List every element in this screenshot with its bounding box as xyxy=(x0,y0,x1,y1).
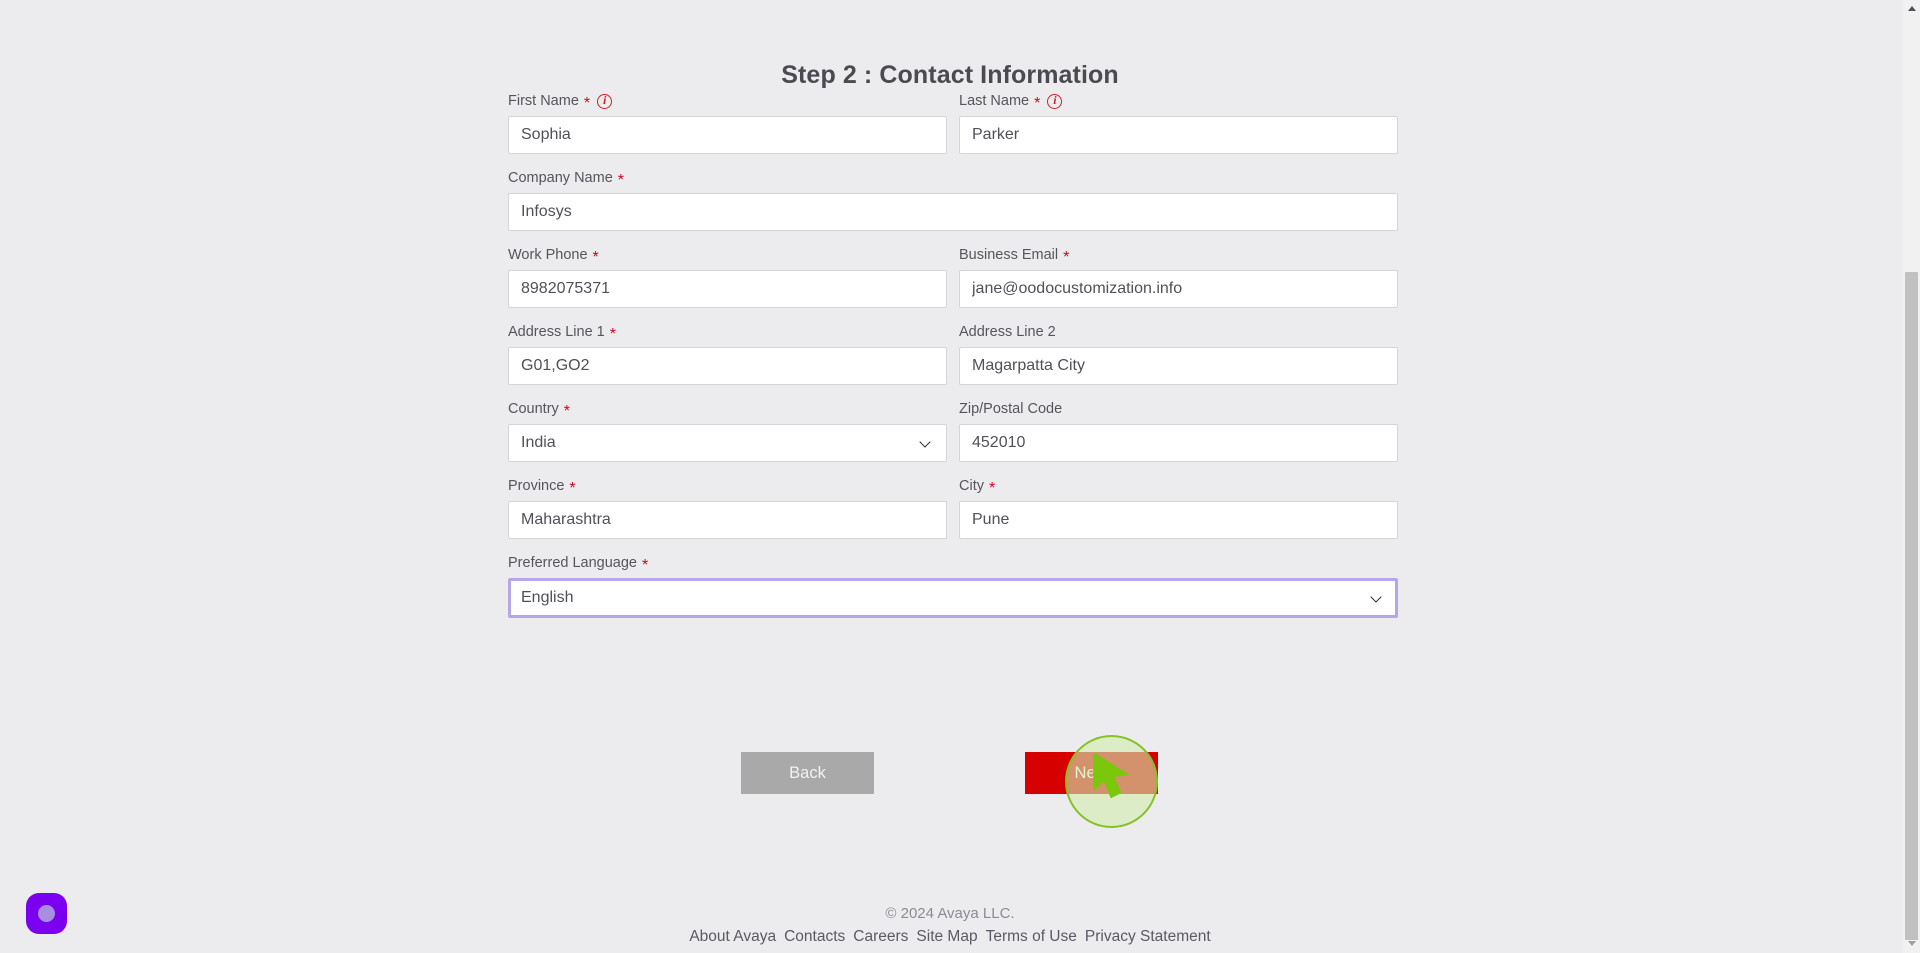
footer-link[interactable]: Careers xyxy=(853,928,908,945)
scroll-down-arrow-icon[interactable] xyxy=(1903,937,1920,951)
required-asterisk-icon: * xyxy=(642,557,649,574)
footer-links: About Avaya Contacts Careers Site Map Terms … xyxy=(0,928,1900,946)
label-text: Country xyxy=(508,401,559,417)
form-row: Company Name * xyxy=(508,169,1398,231)
vertical-scrollbar[interactable] xyxy=(1903,0,1920,953)
label-country: Country * xyxy=(508,400,947,420)
required-asterisk-icon: * xyxy=(1034,95,1041,112)
form-row: Address Line 1* Address Line 2 xyxy=(508,323,1398,385)
footer-link[interactable]: Terms of Use xyxy=(986,928,1077,945)
label-preferred-language: Preferred Language * xyxy=(508,554,1398,574)
input-first-name[interactable] xyxy=(508,116,947,154)
form-field-company-name: Company Name * xyxy=(508,169,1398,231)
input-work-phone[interactable] xyxy=(508,270,947,308)
form-field-address-line-1: Address Line 1 * xyxy=(508,323,947,385)
chevron-down-icon xyxy=(1372,593,1383,604)
select-preferred-language[interactable]: English xyxy=(508,578,1398,618)
footer-link[interactable]: Contacts xyxy=(784,928,845,945)
label-address-line-2: Address Line 2 xyxy=(959,323,1398,341)
label-first-name: First Name * xyxy=(508,92,947,112)
label-zip-postal-code: Zip/Postal Code xyxy=(959,400,1398,418)
form-field-address-line-2: Address Line 2 xyxy=(959,323,1398,385)
form-field-work-phone: Work Phone * xyxy=(508,246,947,308)
label-text: Address Line 2 xyxy=(959,324,1056,340)
footer-link[interactable]: About Avaya xyxy=(689,928,776,945)
input-address-line-2[interactable] xyxy=(959,347,1398,385)
label-text: Business Email xyxy=(959,247,1059,263)
form-field-first-name: First Name * xyxy=(508,92,947,154)
label-text: Address Line 1 xyxy=(508,324,605,340)
form-field-city: City * xyxy=(959,477,1398,539)
chevron-down-icon xyxy=(921,438,932,449)
label-business-email: Business Email * xyxy=(959,246,1398,266)
footer-link[interactable]: Privacy Statement xyxy=(1085,928,1211,945)
info-circle-icon[interactable] xyxy=(597,93,613,109)
form-actions: Back Next xyxy=(508,752,1398,794)
label-company-name: Company Name * xyxy=(508,169,1398,189)
chat-widget-button[interactable] xyxy=(26,893,67,934)
info-circle-icon[interactable] xyxy=(1047,93,1063,109)
label-text: Work Phone xyxy=(508,247,588,263)
label-address-line-1: Address Line 1 * xyxy=(508,323,947,343)
form-field-last-name: Last Name * xyxy=(959,92,1398,154)
input-province[interactable] xyxy=(508,501,947,539)
form-field-zip-postal-code: Zip/Postal Code xyxy=(959,400,1398,462)
required-asterisk-icon: * xyxy=(988,480,996,497)
required-asterisk-icon: * xyxy=(569,480,576,497)
next-button[interactable]: Next xyxy=(1025,752,1158,794)
form-row: Country * India Zip/Postal Code xyxy=(508,400,1398,462)
form-field-province: Province * xyxy=(508,477,947,539)
form-row: Work Phone*Business Email* xyxy=(508,246,1398,308)
label-city: City * xyxy=(959,477,1398,497)
label-province: Province * xyxy=(508,477,947,497)
form-row: Preferred Language * English xyxy=(508,554,1398,618)
label-text: Preferred Language xyxy=(508,555,637,571)
scrollbar-thumb[interactable] xyxy=(1905,272,1918,940)
required-asterisk-icon: * xyxy=(583,95,591,112)
input-last-name[interactable] xyxy=(959,116,1398,154)
footer-link[interactable]: Site Map xyxy=(916,928,977,945)
required-asterisk-icon: * xyxy=(609,326,616,343)
back-button[interactable]: Back xyxy=(741,752,874,794)
input-company-name[interactable] xyxy=(508,193,1398,231)
required-asterisk-icon: * xyxy=(563,403,571,420)
label-text: Province xyxy=(508,478,565,494)
form-row: Province*City* xyxy=(508,477,1398,539)
required-asterisk-icon: * xyxy=(1063,249,1070,266)
copyright-text: © 2024 Avaya LLC. xyxy=(885,905,1015,922)
input-city[interactable] xyxy=(959,501,1398,539)
label-text: Company Name xyxy=(508,170,613,186)
form-row: First Name*Last Name* xyxy=(508,92,1398,154)
form-field-country: Country * India xyxy=(508,400,947,462)
label-last-name: Last Name * xyxy=(959,92,1398,112)
contact-information-form: First Name*Last Name*Company Name*Work P… xyxy=(508,92,1398,633)
required-asterisk-icon: * xyxy=(617,172,624,189)
page-footer: © 2024 Avaya LLC. About Avaya Contacts Car… xyxy=(0,905,1900,946)
select-value: English xyxy=(521,589,574,606)
label-text: Zip/Postal Code xyxy=(959,401,1063,417)
required-asterisk-icon: * xyxy=(592,249,599,266)
select-country[interactable]: India xyxy=(508,424,947,462)
select-value: India xyxy=(521,434,556,451)
label-text: First Name xyxy=(508,93,579,109)
label-text: City xyxy=(959,478,984,494)
form-field-preferred-language: Preferred Language * English xyxy=(508,554,1398,618)
input-business-email[interactable] xyxy=(959,270,1398,308)
label-work-phone: Work Phone * xyxy=(508,246,947,266)
input-zip-postal-code[interactable] xyxy=(959,424,1398,462)
page-title: Step 2 : Contact Information xyxy=(781,60,1119,89)
label-text: Last Name xyxy=(959,93,1030,109)
form-field-business-email: Business Email * xyxy=(959,246,1398,308)
page-root: Step 2 : Contact Information First Name *… xyxy=(0,0,1920,953)
scroll-up-arrow-icon[interactable] xyxy=(1903,2,1920,16)
input-address-line-1[interactable] xyxy=(508,347,947,385)
